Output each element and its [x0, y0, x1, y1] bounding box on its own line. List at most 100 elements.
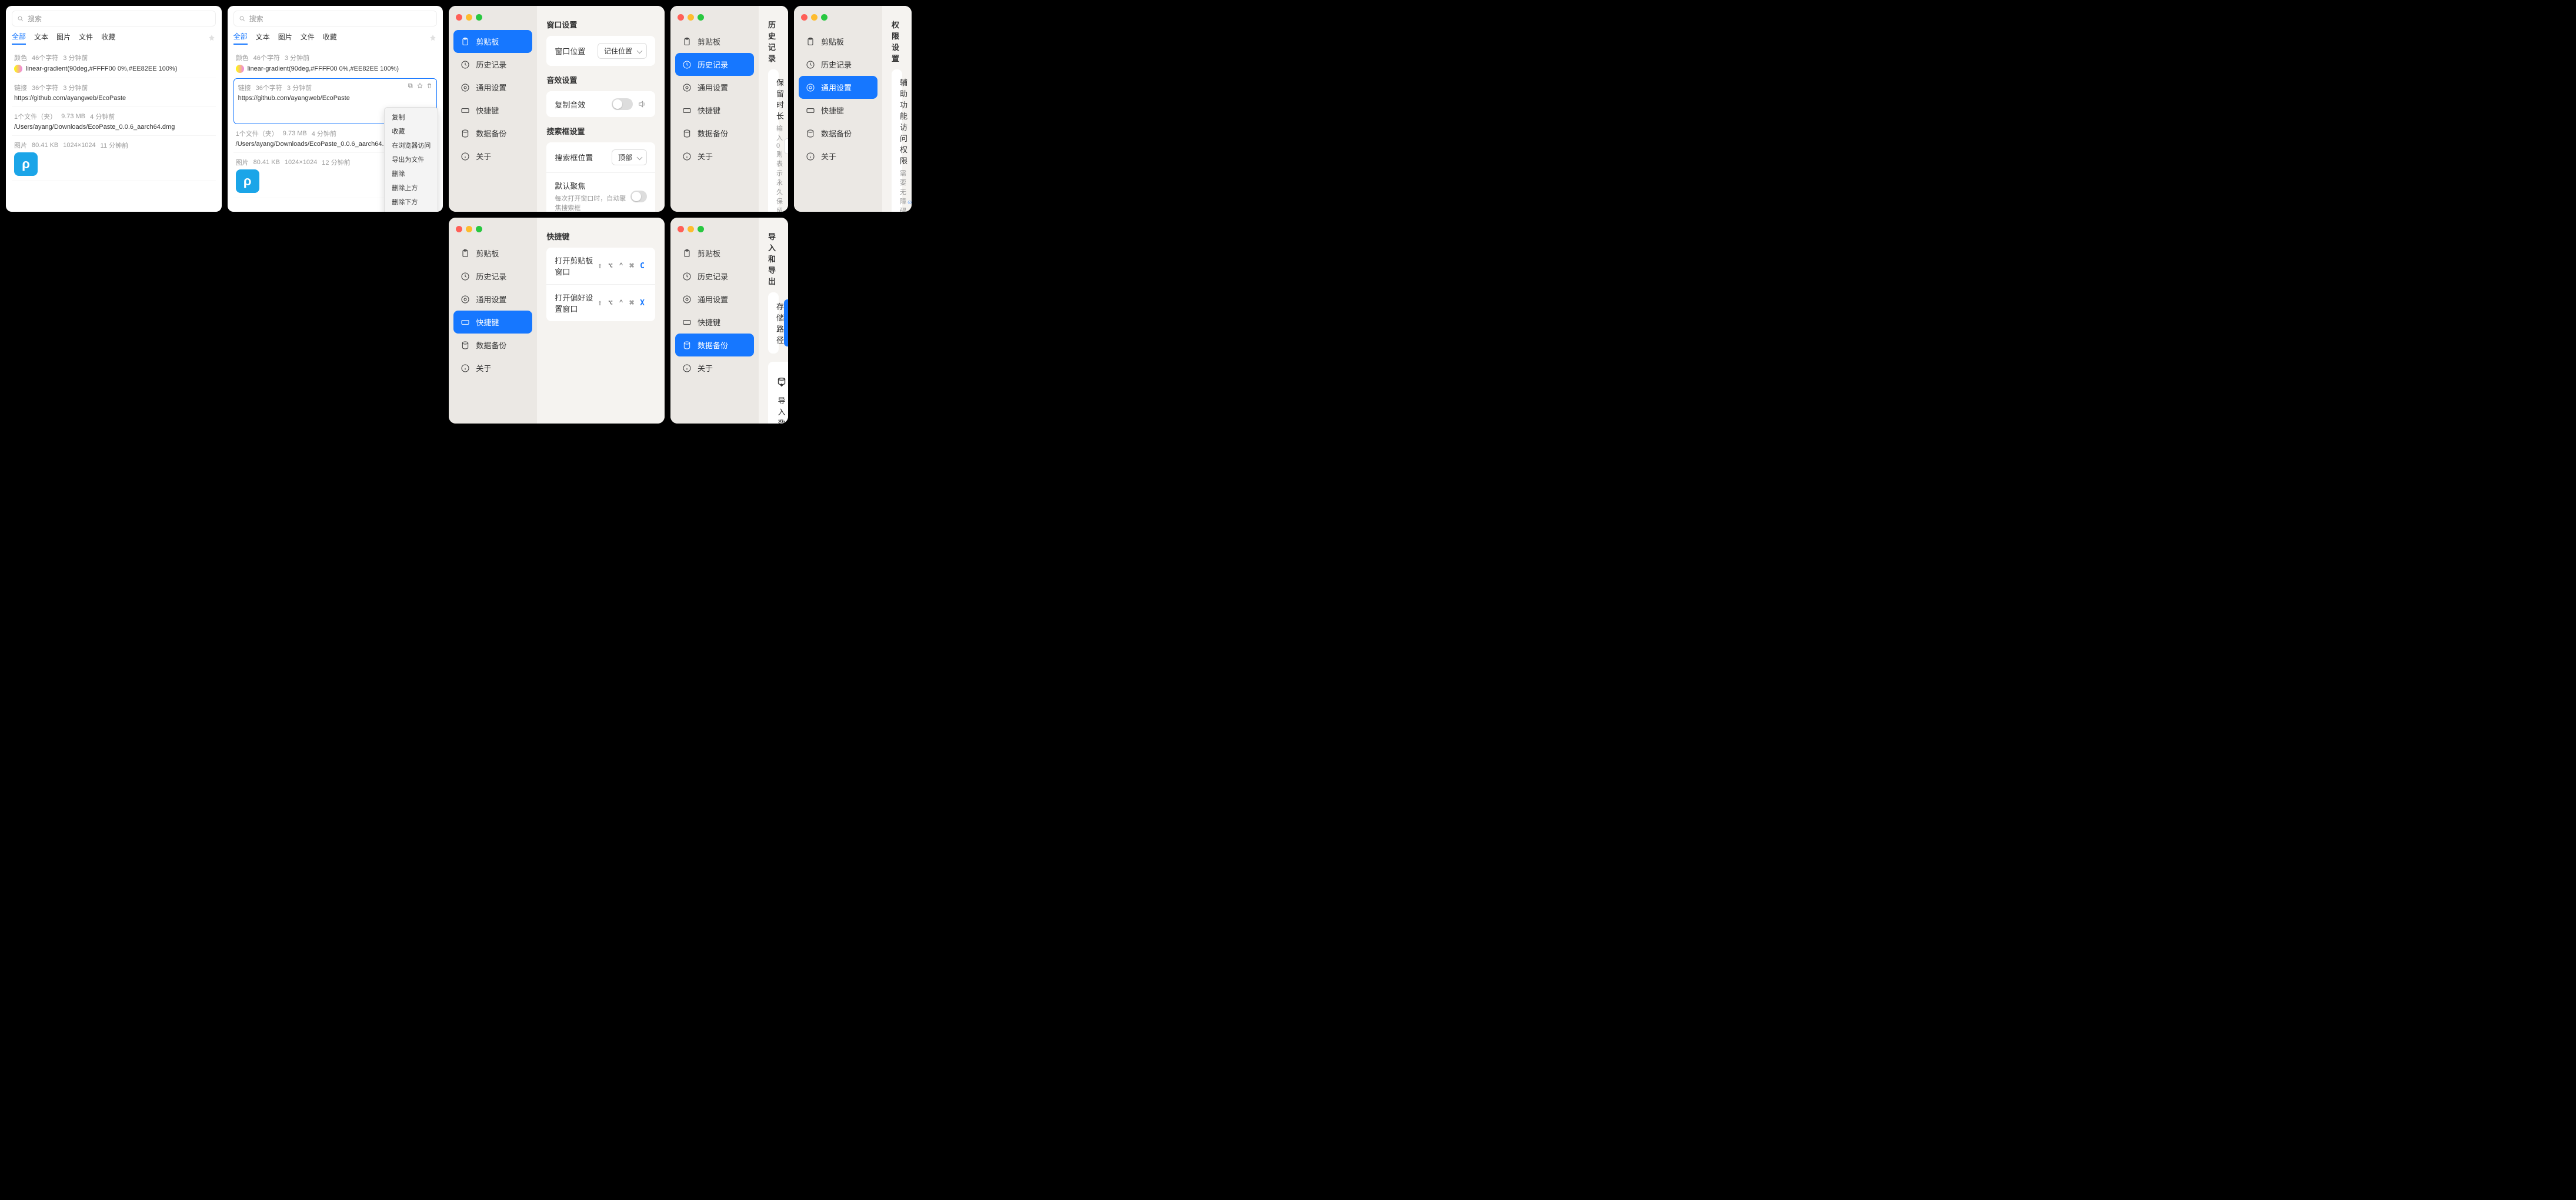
keyboard-icon — [682, 106, 692, 115]
sidebar-item-hotkey[interactable]: 快捷键 — [675, 99, 754, 122]
sidebar-item-hotkey[interactable]: 快捷键 — [453, 311, 532, 334]
tab-image[interactable]: 图片 — [56, 32, 71, 44]
sidebar-item-history[interactable]: 历史记录 — [799, 53, 877, 76]
context-menu: 复制 收藏 在浏览器访问 导出为文件 删除 删除上方 删除下方 删除其它 删除所… — [384, 107, 438, 212]
sidebar-item-general[interactable]: 通用设置 — [675, 288, 754, 311]
ctx-delete-others[interactable]: 删除其它 — [385, 209, 438, 212]
tab-all[interactable]: 全部 — [233, 31, 248, 45]
sidebar-item-history[interactable]: 历史记录 — [675, 265, 754, 288]
sidebar-item-history[interactable]: 历史记录 — [453, 265, 532, 288]
ctx-export-file[interactable]: 导出为文件 — [385, 152, 438, 166]
tab-all[interactable]: 全部 — [12, 31, 26, 45]
trash-icon[interactable] — [426, 82, 433, 89]
minimize-icon[interactable] — [688, 14, 694, 21]
search-input[interactable]: 搜索 — [233, 11, 438, 26]
maximize-icon[interactable] — [698, 226, 704, 232]
maximize-icon[interactable] — [698, 14, 704, 21]
clip-item[interactable]: 图片80.41 KB1024×102411 分钟前 ρ — [12, 136, 216, 181]
close-icon[interactable] — [456, 14, 462, 21]
sidebar-item-clipboard[interactable]: 剪贴板 — [675, 242, 754, 265]
sidebar-item-about[interactable]: 关于 — [453, 356, 532, 379]
minimize-icon[interactable] — [466, 226, 472, 232]
sidebar-item-clipboard[interactable]: 剪贴板 — [675, 30, 754, 53]
minimize-icon[interactable] — [466, 14, 472, 21]
maximize-icon[interactable] — [476, 226, 482, 232]
auto-focus-toggle[interactable] — [630, 191, 647, 202]
close-icon[interactable] — [801, 14, 807, 21]
sidebar-item-about[interactable]: 关于 — [799, 145, 877, 168]
tab-fav[interactable]: 收藏 — [101, 32, 115, 44]
gear-icon — [682, 83, 692, 92]
sidebar-item-general[interactable]: 通用设置 — [453, 76, 532, 99]
sidebar-label: 历史记录 — [476, 59, 506, 70]
search-input[interactable]: 搜索 — [12, 11, 216, 26]
window-clipboard-settings: 剪贴板 历史记录 通用设置 快捷键 数据备份 关于 窗口设置 窗口位置 记住位置… — [449, 6, 665, 212]
sidebar-item-hotkey[interactable]: 快捷键 — [675, 311, 754, 334]
hotkey-open-clipboard[interactable]: ⇧⌥⌃⌘C — [595, 262, 647, 271]
sidebar-item-backup[interactable]: 数据备份 — [453, 334, 532, 356]
close-icon[interactable] — [678, 14, 684, 21]
sidebar-item-history[interactable]: 历史记录 — [453, 53, 532, 76]
sidebar-item-backup[interactable]: 数据备份 — [799, 122, 877, 145]
sidebar-item-general[interactable]: 通用设置 — [675, 76, 754, 99]
close-icon[interactable] — [456, 226, 462, 232]
clip-item[interactable]: 颜色46个字符3 分钟前 linear-gradient(90deg,#FFFF… — [12, 48, 216, 78]
search-position-select[interactable]: 顶部 — [612, 149, 647, 165]
star-icon[interactable] — [416, 82, 423, 89]
sidebar-item-backup[interactable]: 数据备份 — [675, 122, 754, 145]
sidebar-item-hotkey[interactable]: 快捷键 — [453, 99, 532, 122]
tab-text[interactable]: 文本 — [34, 32, 48, 44]
tab-fav[interactable]: 收藏 — [323, 32, 337, 44]
copy-icon[interactable] — [407, 82, 414, 89]
maximize-icon[interactable] — [476, 14, 482, 21]
sidebar-item-backup[interactable]: 数据备份 — [675, 334, 754, 356]
ctx-delete-below[interactable]: 删除下方 — [385, 195, 438, 209]
info-icon — [806, 152, 815, 161]
clip-item[interactable]: 1个文件（夹）9.73 MB4 分钟前 /Users/ayang/Downloa… — [12, 107, 216, 136]
clip-item[interactable]: 链接36个字符3 分钟前 https://github.com/ayangweb… — [12, 78, 216, 107]
auto-focus-sub: 每次打开窗口时，自动聚焦搜索框 — [555, 194, 630, 212]
info-icon — [682, 364, 692, 373]
sidebar-item-clipboard[interactable]: 剪贴板 — [799, 30, 877, 53]
pin-icon[interactable] — [208, 34, 216, 42]
pin-icon[interactable] — [429, 34, 437, 42]
close-icon[interactable] — [678, 226, 684, 232]
sidebar-item-hotkey[interactable]: 快捷键 — [799, 99, 877, 122]
ctx-open-browser[interactable]: 在浏览器访问 — [385, 138, 438, 152]
clip-tabs: 全部 文本 图片 文件 收藏 — [6, 31, 222, 48]
ctx-fav[interactable]: 收藏 — [385, 124, 438, 138]
sidebar-item-about[interactable]: 关于 — [453, 145, 532, 168]
window-position-select[interactable]: 记住位置 — [598, 43, 647, 59]
tab-text[interactable]: 文本 — [256, 32, 270, 44]
keep-duration-input[interactable]: 天 — [784, 138, 788, 154]
info-icon — [461, 364, 470, 373]
tab-image[interactable]: 图片 — [278, 32, 292, 44]
sidebar-item-history[interactable]: 历史记录 — [675, 53, 754, 76]
sidebar-item-about[interactable]: 关于 — [675, 356, 754, 379]
ctx-copy[interactable]: 复制 — [385, 110, 438, 124]
open-directory-button[interactable]: 打开目录 — [784, 299, 788, 346]
clip-item[interactable]: 颜色46个字符3 分钟前 linear-gradient(90deg,#FFFF… — [233, 48, 438, 78]
speaker-icon[interactable] — [638, 99, 647, 109]
ctx-delete-above[interactable]: 删除上方 — [385, 181, 438, 195]
sidebar-item-general[interactable]: 通用设置 — [453, 288, 532, 311]
sidebar-item-general[interactable]: 通用设置 — [799, 76, 877, 99]
import-data-button[interactable]: 导入数据 — [768, 362, 788, 424]
app-icon: ρ — [236, 169, 259, 193]
ctx-delete[interactable]: 删除 — [385, 166, 438, 181]
tab-file[interactable]: 文件 — [301, 32, 315, 44]
copy-sound-toggle[interactable] — [612, 98, 633, 110]
maximize-icon[interactable] — [821, 14, 827, 21]
minimize-icon[interactable] — [688, 226, 694, 232]
tab-file[interactable]: 文件 — [79, 32, 93, 44]
sidebar-item-clipboard[interactable]: 剪贴板 — [453, 242, 532, 265]
color-swatch — [236, 65, 244, 73]
section-title: 快捷键 — [546, 231, 655, 242]
minimize-icon[interactable] — [811, 14, 817, 21]
sidebar-item-backup[interactable]: 数据备份 — [453, 122, 532, 145]
sidebar: 剪贴板 历史记录 通用设置 快捷键 数据备份 关于 — [794, 6, 882, 212]
sidebar-item-about[interactable]: 关于 — [675, 145, 754, 168]
hotkey-open-preferences[interactable]: ⇧⌥⌃⌘X — [595, 299, 647, 308]
granted-link[interactable]: 已授权 — [907, 188, 912, 212]
sidebar-item-clipboard[interactable]: 剪贴板 — [453, 30, 532, 53]
